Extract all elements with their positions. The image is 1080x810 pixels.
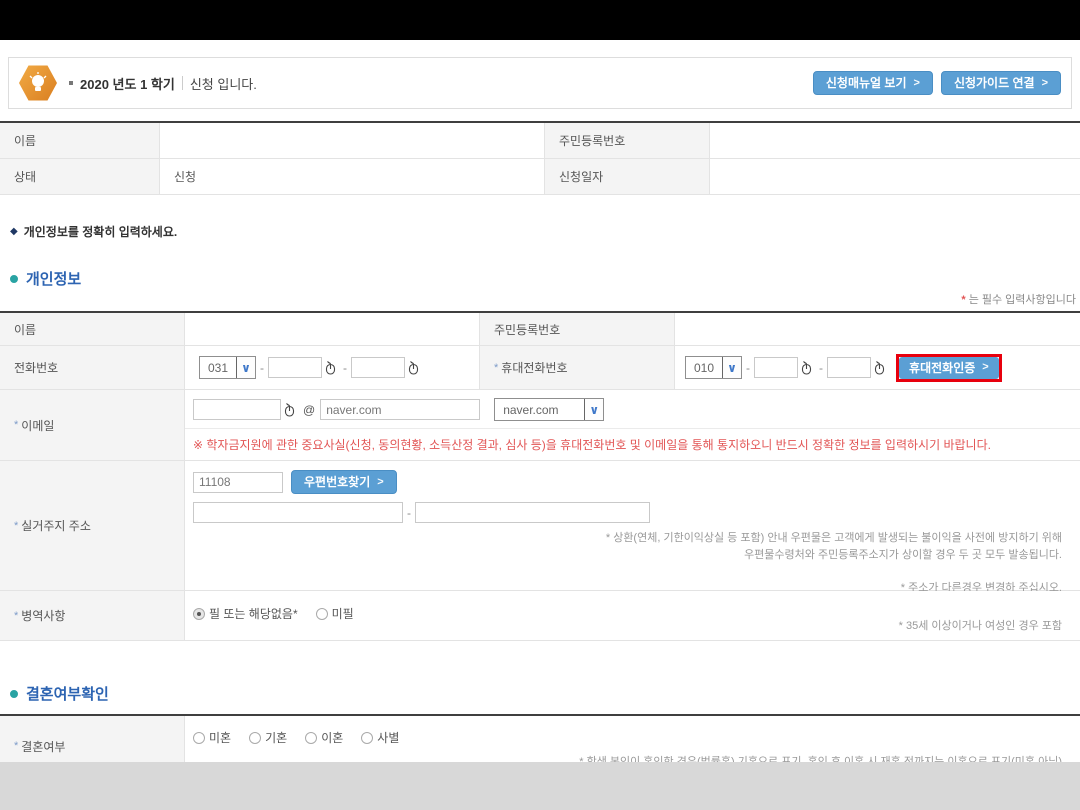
radio-unchecked-icon	[249, 732, 261, 744]
chevron-down-icon: ∨	[722, 357, 741, 378]
notice-suffix: 신청 입니다.	[190, 74, 257, 93]
name-value	[160, 123, 545, 158]
personal-info-table: 이름 주민등록번호 전화번호 031 ∨ - -	[0, 311, 1080, 641]
lightbulb-icon	[19, 64, 57, 102]
table-row: 상태 신청 신청일자	[0, 159, 1080, 195]
email-id-input[interactable]	[193, 399, 281, 420]
top-black-bar	[0, 0, 1080, 40]
status-label: 상태	[0, 159, 160, 194]
marriage-divorced-radio[interactable]: 이혼	[305, 729, 343, 746]
section-title-personal: 개인정보	[10, 268, 1080, 289]
rrn-label: 주민등록번호	[480, 313, 675, 345]
bottom-gray-bar	[0, 762, 1080, 810]
radio-unchecked-icon	[193, 732, 205, 744]
marriage-single-radio[interactable]: 미혼	[193, 729, 231, 746]
marriage-label: 결혼여부	[21, 738, 65, 755]
phone-label: 전화번호	[0, 346, 185, 389]
required-star: *	[14, 419, 18, 431]
email-domain-input[interactable]	[320, 399, 480, 420]
name-label: 이름	[0, 313, 185, 345]
mouse-input-icon[interactable]	[283, 402, 296, 417]
name-value	[185, 313, 480, 345]
apply-date-label: 신청일자	[545, 159, 710, 194]
mobile-last-input[interactable]	[827, 357, 871, 378]
zipcode-input[interactable]	[193, 472, 283, 493]
notice-separator	[182, 76, 183, 90]
required-star: *	[14, 740, 18, 752]
mobile-verify-button[interactable]: 휴대전화인증 >	[899, 357, 999, 379]
zipcode-search-button[interactable]: 우편번호찾기 >	[291, 470, 397, 494]
mobile-label: 휴대전화번호	[501, 359, 567, 376]
mouse-input-icon[interactable]	[407, 360, 420, 375]
rrn-value	[710, 123, 1080, 158]
required-fields-note: * 는 필수 입력사항입니다	[0, 291, 1080, 307]
status-value: 신청	[160, 159, 545, 194]
arrow-right-icon: >	[1042, 78, 1048, 89]
mobile-area-select[interactable]: 010 ∨	[685, 356, 742, 379]
semester-text: 2020 년도 1 학기	[80, 74, 175, 93]
section-dot-icon	[10, 690, 18, 698]
required-star: *	[14, 520, 18, 532]
rrn-label: 주민등록번호	[545, 123, 710, 158]
chevron-down-icon: ∨	[584, 399, 603, 420]
highlight-red-box: 휴대전화인증 >	[896, 354, 1002, 382]
apply-date-value	[710, 159, 1080, 194]
chevron-down-icon: ∨	[236, 357, 255, 378]
table-row: 전화번호 031 ∨ - - * 휴대전화번호	[0, 346, 1080, 390]
marriage-married-radio[interactable]: 기혼	[249, 729, 287, 746]
arrow-right-icon: >	[914, 78, 920, 89]
table-row: 이름 주민등록번호	[0, 313, 1080, 346]
at-sign: @	[298, 403, 320, 417]
mouse-input-icon[interactable]	[800, 360, 813, 375]
guide-link-button[interactable]: 신청가이드 연결 >	[941, 71, 1061, 95]
arrow-right-icon: >	[377, 477, 383, 488]
applicant-summary-table: 이름 주민등록번호 상태 신청 신청일자	[0, 121, 1080, 195]
rrn-value	[675, 313, 1080, 345]
name-label: 이름	[0, 123, 160, 158]
instruction-text: ◆ 개인정보를 정확히 입력하세요.	[10, 223, 1080, 240]
military-note: * 35세 이상이거나 여성인 경우 포함	[899, 617, 1062, 633]
address-label: 실거주지 주소	[21, 517, 91, 534]
address-mailing-note: * 상환(연체, 기한이익상실 등 포함) 안내 우편물은 고객에게 발생되는 …	[193, 530, 1080, 564]
arrow-right-icon: >	[982, 362, 988, 373]
semester-notice-box: 2020 년도 1 학기 신청 입니다. 신청매뉴얼 보기 > 신청가이드 연결…	[8, 57, 1072, 109]
table-row: 이름 주민등록번호	[0, 123, 1080, 159]
military-not-radio[interactable]: 미필	[316, 605, 354, 622]
required-star: *	[494, 362, 498, 374]
phone-area-select[interactable]: 031 ∨	[199, 356, 256, 379]
table-row: * 병역사항 필 또는 해당없음* 미필 * 35세 이상이거나 여성인 경우 …	[0, 591, 1080, 641]
square-bullet	[69, 81, 73, 85]
military-label: 병역사항	[21, 607, 65, 624]
diamond-bullet-icon: ◆	[10, 226, 18, 237]
section-dot-icon	[10, 275, 18, 283]
marriage-widowed-radio[interactable]: 사별	[361, 729, 399, 746]
mouse-input-icon[interactable]	[873, 360, 886, 375]
address-detail-input[interactable]	[415, 502, 650, 523]
radio-unchecked-icon	[361, 732, 373, 744]
table-row: * 실거주지 주소 우편번호찾기 > - * 상환(연체, 기한이익상실 등 포…	[0, 461, 1080, 591]
section-title-marriage: 결혼여부확인	[10, 683, 1080, 704]
email-warning-text: ※ 학자금지원에 관한 중요사실(신청, 동의현황, 소득산정 결과, 심사 등…	[185, 428, 1080, 460]
radio-checked-icon	[193, 608, 205, 620]
table-row: * 이메일 @ naver.com ∨ ※ 학자금지원에 관한 중요사실(신청,…	[0, 390, 1080, 461]
email-domain-select[interactable]: naver.com ∨	[494, 398, 604, 421]
mobile-mid-input[interactable]	[754, 357, 798, 378]
email-label: 이메일	[21, 417, 54, 434]
mouse-input-icon[interactable]	[324, 360, 337, 375]
phone-mid-input[interactable]	[268, 357, 322, 378]
manual-button[interactable]: 신청매뉴얼 보기 >	[813, 71, 933, 95]
address-base-input[interactable]	[193, 502, 403, 523]
phone-last-input[interactable]	[351, 357, 405, 378]
military-done-radio[interactable]: 필 또는 해당없음*	[193, 605, 298, 622]
required-star: *	[14, 610, 18, 622]
radio-unchecked-icon	[305, 732, 317, 744]
radio-unchecked-icon	[316, 608, 328, 620]
